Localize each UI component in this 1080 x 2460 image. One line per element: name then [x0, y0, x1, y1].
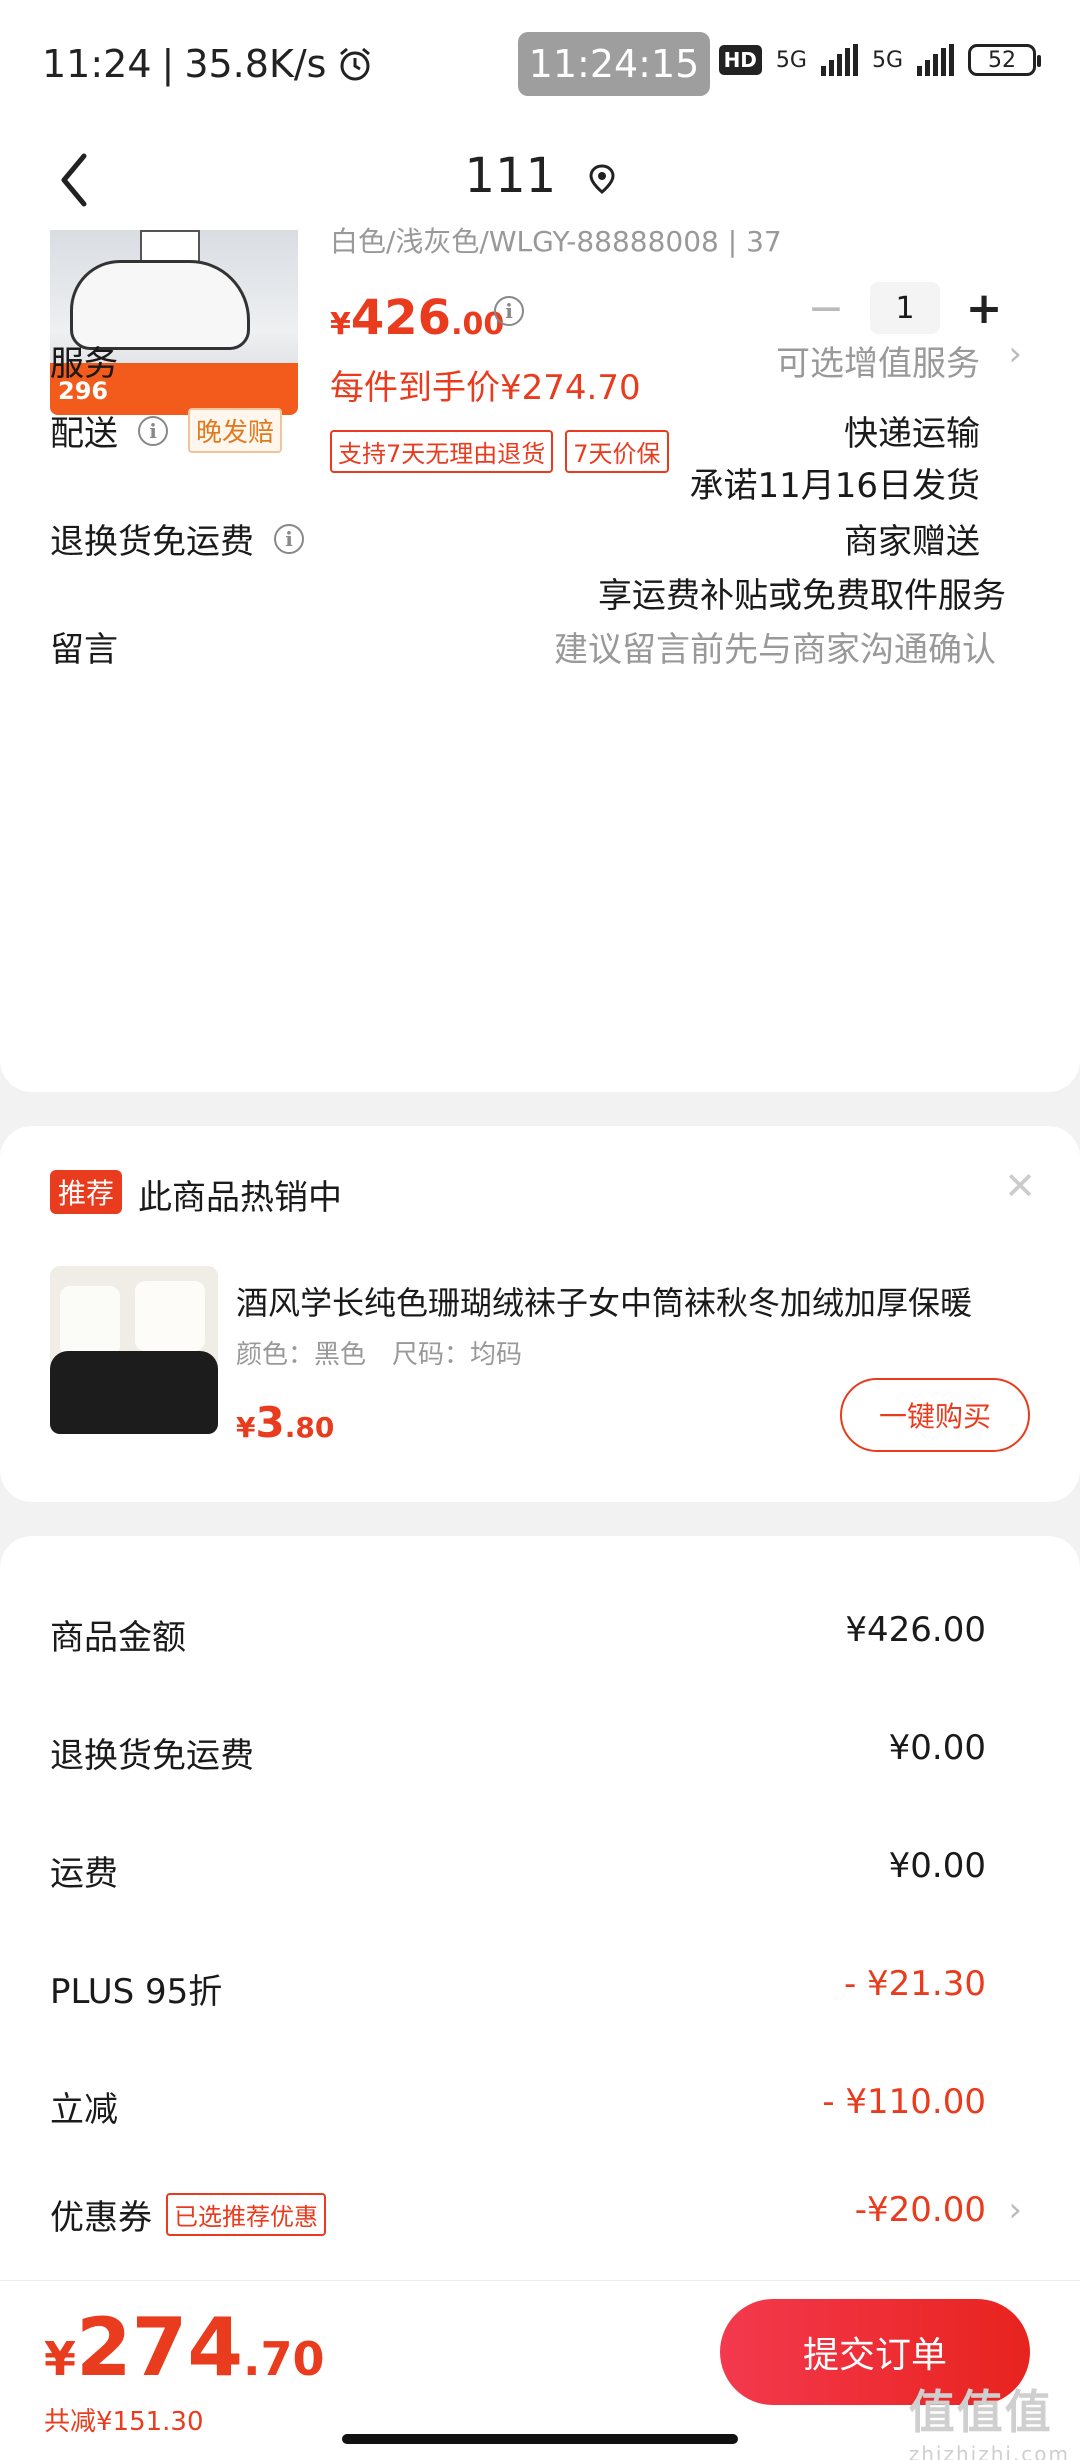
tag-price-protect: 7天价保 [565, 430, 669, 473]
chevron-right-icon[interactable]: › [1008, 334, 1022, 374]
note-row-label: 留言 [50, 630, 118, 670]
summary-label: 优惠券 [50, 2198, 152, 2238]
signal-5g-label-1: 5G [775, 47, 807, 73]
note-input[interactable]: 建议留言前先与商家沟通确认 [554, 622, 996, 671]
summary-row: 退换货免运费 ¥0.00 [50, 1728, 1080, 1788]
signal-5g-label-2: 5G [871, 47, 903, 73]
summary-row: 运费 ¥0.00 [50, 1846, 1080, 1906]
service-row-label[interactable]: 服务 [50, 336, 118, 385]
status-bar: 11:24 | 35.8K/s 11:24:15 HD 5G 5G 52 [0, 0, 1080, 130]
status-time: 11:24 [42, 42, 152, 86]
recommend-product-price: ¥3.80 [236, 1398, 335, 1447]
info-icon[interactable]: i [138, 415, 168, 446]
quantity-value[interactable]: 1 [870, 282, 940, 334]
summary-label: 商品金额 [50, 1618, 186, 1658]
location-pin-icon [589, 164, 615, 194]
summary-value: ¥0.00 [888, 1846, 986, 1886]
recommend-product-image[interactable] [50, 1266, 218, 1434]
total-price: ¥274.70 [44, 2301, 325, 2394]
close-icon[interactable]: ✕ [1004, 1164, 1036, 1208]
product-image[interactable]: 296 [50, 230, 298, 415]
nav-header: 111 [0, 130, 1080, 230]
recommend-product-spec: 颜色：黑色 尺码：均码 [236, 1340, 523, 1370]
address-title: 111 [464, 148, 557, 204]
summary-value: - ¥110.00 [822, 2082, 986, 2122]
product-tags: 支持7天无理由退货 7天价保 [330, 430, 669, 473]
late-compensation-badge: 晚发赔 [188, 408, 283, 453]
signal-bars-icon [820, 44, 858, 76]
recommend-title: 此商品热销中 [138, 1178, 342, 1218]
tag-no-reason-return: 支持7天无理由退货 [330, 430, 554, 473]
summary-value: - ¥21.30 [843, 1964, 986, 2004]
summary-value: ¥0.00 [888, 1728, 986, 1768]
watermark-logo: 值值值 zhizhizhi.com [908, 2385, 1070, 2460]
minus-icon[interactable]: − [806, 283, 846, 334]
coupon-selected-tag: 已选推荐优惠 [166, 2193, 326, 2236]
plus-icon[interactable]: + [964, 283, 1004, 334]
recommend-card: 推荐 此商品热销中 ✕ 酒风学长纯色珊瑚绒袜子女中筒袜秋冬加绒加厚保暖 颜色：黑… [0, 1126, 1080, 1502]
summary-label: 运费 [50, 1854, 118, 1894]
summary-value: -¥20.00 [854, 2190, 986, 2230]
delivery-method: 快递运输 [844, 414, 980, 454]
recommend-badge: 推荐 [50, 1170, 123, 1214]
page-title[interactable]: 111 [0, 148, 1080, 204]
battery-icon: 52 [968, 44, 1041, 76]
service-value[interactable]: 可选增值服务 [776, 336, 980, 385]
recommend-product-name[interactable]: 酒风学长纯色珊瑚绒袜子女中筒袜秋冬加绒加厚保暖 [236, 1278, 1036, 1324]
summary-label: PLUS 95折 [50, 1972, 223, 2012]
delivery-row-label: 配送 i 晚发赔 [50, 406, 283, 455]
product-price: ¥426.00 [330, 290, 505, 346]
alarm-icon [340, 47, 371, 81]
quantity-stepper: − 1 + [806, 282, 1004, 334]
chevron-right-icon[interactable]: › [1008, 2190, 1022, 2230]
summary-label: 立减 [50, 2090, 118, 2130]
return-desc: 享运费补贴或免费取件服务 [598, 576, 1006, 616]
hd-icon: HD [718, 45, 762, 75]
delivery-promise: 承诺11月16日发货 [689, 466, 980, 506]
summary-value: ¥426.00 [845, 1610, 986, 1650]
screen-record-clock: 11:24:15 [518, 32, 710, 96]
product-sku: 白色/浅灰色/WLGY-88888008 | 37 [330, 225, 782, 258]
one-click-buy-button[interactable]: 一键购买 [840, 1378, 1030, 1452]
info-icon[interactable]: i [274, 523, 304, 554]
summary-row: 立减 - ¥110.00 [50, 2082, 1080, 2142]
return-value: 商家赠送 [844, 522, 980, 562]
signal-bars-icon [917, 44, 954, 76]
summary-row: 商品金额 ¥426.00 [50, 1610, 1080, 1670]
total-saved: 共减¥151.30 [44, 2407, 204, 2437]
status-net-speed: 35.8K/s [184, 42, 327, 86]
return-row-label: 退换货免运费 i [50, 514, 304, 563]
summary-label: 退换货免运费 [50, 1736, 254, 1776]
summary-row: PLUS 95折 - ¥21.30 [50, 1964, 1080, 2024]
home-indicator[interactable] [342, 2434, 738, 2444]
unit-final-price: 每件到手价¥274.70 [330, 368, 641, 408]
info-icon[interactable]: i [494, 296, 524, 326]
coupon-row[interactable]: 优惠券 已选推荐优惠 -¥20.00 › [50, 2190, 1080, 2250]
